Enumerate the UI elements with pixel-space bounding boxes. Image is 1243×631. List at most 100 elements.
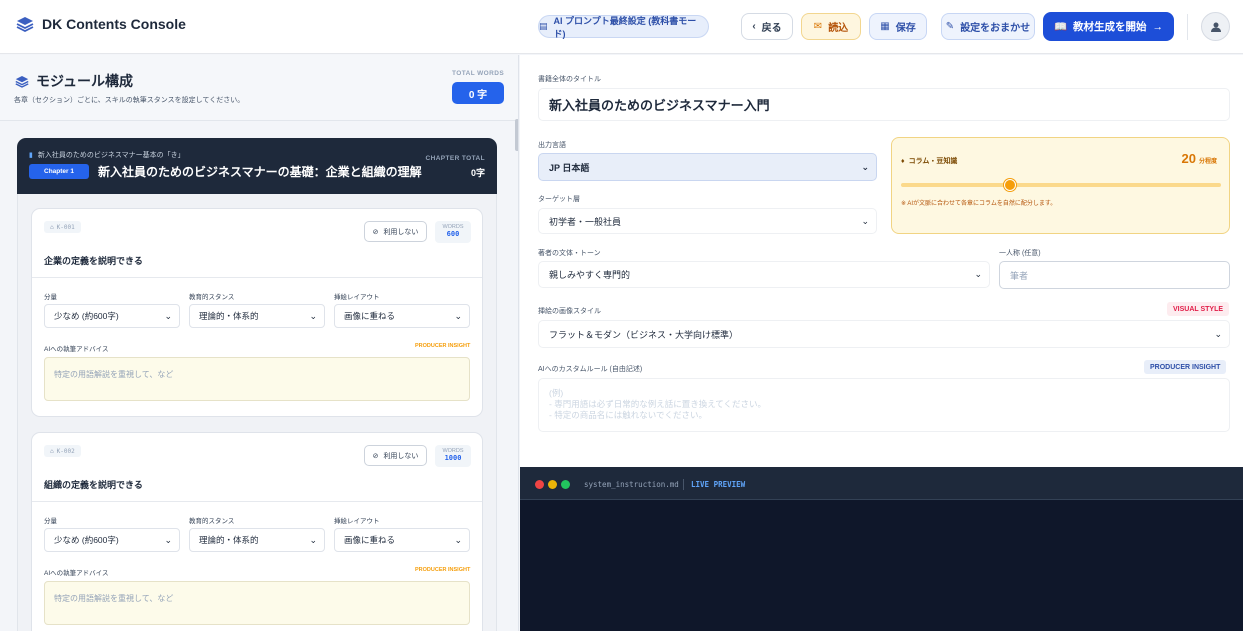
doc-icon: ▤ xyxy=(539,21,548,31)
total-words-value: 0 字 xyxy=(452,82,504,104)
amount-label: 分量 xyxy=(44,518,57,525)
tone-value: 親しみやすく専門的 xyxy=(549,270,631,280)
producer-insight-badge: PRODUCER INSIGHT xyxy=(415,567,471,573)
terminal-filename: system_instruction.md xyxy=(584,480,679,489)
stance-select[interactable]: 理論的・体系的 ⌄ xyxy=(189,304,325,328)
terminal-separator xyxy=(683,479,684,490)
layout-value: 画像に重ねる xyxy=(344,311,396,321)
chevron-down-icon: ⌄ xyxy=(454,535,462,545)
chevron-left-icon: ‹ xyxy=(752,21,756,32)
amount-select[interactable]: 少なめ (約600字) ⌄ xyxy=(44,528,180,552)
module-words: WORDS 600 xyxy=(435,221,471,243)
column-panel: ♦ コラム・豆知識 20 分程度 ※ AIが文脈に合わせて各章にコラムを自然に配分し… xyxy=(891,137,1230,234)
header-divider xyxy=(1187,14,1188,40)
layout-label: 挿絵レイアウト xyxy=(334,518,380,525)
target-select[interactable]: 初学者・一般社員 ⌄ xyxy=(538,208,877,234)
start-generation-button[interactable]: 📖 教材生成を開始 → xyxy=(1043,12,1174,41)
visual-style-badge: VISUAL STYLE xyxy=(1167,302,1230,316)
lang-value: JP 日本語 xyxy=(549,162,590,173)
person-label: 一人称 (任意) xyxy=(999,250,1041,257)
stance-value: 理論的・体系的 xyxy=(199,535,259,545)
top-header: DK Contents Console ▤ AI プロンプト最終設定 (教科書モ… xyxy=(0,0,1243,54)
advice-textarea[interactable]: 特定の用語解説を重視して、など xyxy=(44,357,470,401)
lang-label: 出力言語 xyxy=(538,142,566,149)
module-id: ⌂ K-001 xyxy=(44,221,81,233)
layers-icon xyxy=(16,17,34,32)
minimize-dot-icon[interactable] xyxy=(548,480,557,489)
target-value: 初学者・一般社員 xyxy=(549,216,622,227)
scrollbar-thumb[interactable] xyxy=(515,119,518,151)
tone-select[interactable]: 親しみやすく専門的 ⌄ xyxy=(538,261,990,288)
ai-setting-pill[interactable]: ▤ AI プロンプト最終設定 (教科書モード) xyxy=(538,15,709,39)
book-title-label: 書籍全体のタイトル xyxy=(538,76,601,83)
person-input[interactable]: 筆者 xyxy=(999,261,1230,289)
column-slider-handle[interactable] xyxy=(1003,179,1016,191)
auto-setting-button[interactable]: ✎ 設定をおまかせ xyxy=(941,13,1035,40)
stance-label: 教育的スタンス xyxy=(189,294,235,301)
user-avatar[interactable] xyxy=(1201,12,1230,41)
module-title: 企業の定義を説明できる xyxy=(44,256,143,266)
layers-icon xyxy=(15,75,29,88)
maximize-dot-icon[interactable] xyxy=(561,480,570,489)
pen-icon: ✎ xyxy=(945,21,955,32)
tone-label: 著者の文体・トーン xyxy=(538,250,601,257)
back-button[interactable]: ‹ 戻る xyxy=(741,13,793,40)
load-label: 読込 xyxy=(828,23,849,34)
amount-select[interactable]: 少なめ (約600字) ⌄ xyxy=(44,304,180,328)
lang-select[interactable]: JP 日本語 ⌄ xyxy=(538,153,877,181)
book-icon: 📖 xyxy=(1053,21,1068,33)
chevron-down-icon: ⌄ xyxy=(861,216,869,226)
layout-select[interactable]: 画像に重ねる ⌄ xyxy=(334,528,470,552)
chevron-down-icon: ⌄ xyxy=(309,311,317,321)
divider xyxy=(32,501,482,502)
tag-icon: ⌂ xyxy=(50,447,54,455)
chevron-down-icon: ⌄ xyxy=(974,269,982,279)
chevron-down-icon: ⌄ xyxy=(861,162,869,172)
chevron-down-icon: ⌄ xyxy=(164,535,172,545)
module-id: ⌂ K-002 xyxy=(44,445,81,457)
style-value: フラット＆モダン（ビジネス・大学向け標準） xyxy=(549,329,739,340)
rule-label: AIへのカスタムルール (自由記述) xyxy=(538,366,643,373)
save-icon: ▦ xyxy=(880,21,890,32)
unuse-button[interactable]: ⊘ 利用しない xyxy=(364,445,427,466)
chapter-tag: Chapter 1 xyxy=(29,164,89,179)
close-dot-icon[interactable] xyxy=(535,480,544,489)
load-button[interactable]: ✉ 読込 xyxy=(801,13,861,40)
eye-off-icon: ⊘ xyxy=(372,228,379,236)
app-title: DK Contents Console xyxy=(42,16,186,32)
pin-icon: ♦ xyxy=(901,157,905,165)
advice-label: AIへの執筆アドバイス xyxy=(44,570,109,577)
chevron-down-icon: ⌄ xyxy=(454,311,462,321)
chapter-crumb-text: 新入社員のためのビジネスマナー基本の「き」 xyxy=(37,152,185,159)
style-select[interactable]: フラット＆モダン（ビジネス・大学向け標準） ⌄ xyxy=(538,320,1230,348)
unuse-button[interactable]: ⊘ 利用しない xyxy=(364,221,427,242)
chapter-total-value: 0字 xyxy=(470,168,485,178)
stance-select[interactable]: 理論的・体系的 ⌄ xyxy=(189,528,325,552)
stance-value: 理論的・体系的 xyxy=(199,311,259,321)
advice-label: AIへの執筆アドバイス xyxy=(44,346,109,353)
unuse-label: 利用しない xyxy=(383,228,419,236)
advice-textarea[interactable]: 特定の用語解説を重視して、など xyxy=(44,581,470,625)
user-icon xyxy=(1210,22,1221,32)
module-words: WORDS 1000 xyxy=(435,445,471,467)
save-label: 保存 xyxy=(895,23,916,34)
chapter-name: 新入社員のためのビジネスマナーの基礎：企業と組織の理解 xyxy=(98,165,422,179)
app-logo: DK Contents Console xyxy=(16,16,186,32)
unuse-label: 利用しない xyxy=(383,452,419,460)
arrow-right-icon: → xyxy=(1152,20,1164,33)
column-slider-track[interactable] xyxy=(901,183,1221,187)
book-title-input[interactable]: 新入社員のためのビジネスマナー入門 xyxy=(538,88,1230,121)
rule-textarea[interactable]: (例) - 専門用語は必ず日常的な例え話に置き換えてください。 - 特定の商品名… xyxy=(538,378,1230,432)
producer-insight-badge: PRODUCER INSIGHT xyxy=(415,343,471,349)
divider xyxy=(32,277,482,278)
layout-select[interactable]: 画像に重ねる ⌄ xyxy=(334,304,470,328)
tag-icon: ⌂ xyxy=(50,223,54,231)
eye-off-icon: ⊘ xyxy=(372,452,379,460)
start-generation-label: 教材生成を開始 xyxy=(1073,21,1147,33)
save-button[interactable]: ▦ 保存 xyxy=(869,13,927,40)
producer-insight-badge: PRODUCER INSIGHT xyxy=(1144,360,1227,374)
chapter-breadcrumb: ▮ 新入社員のためのビジネスマナー基本の「き」 xyxy=(29,150,185,160)
module-panel-title: モジュール構成 xyxy=(15,71,133,91)
ai-setting-label: AI プロンプト最終設定 (教科書モード) xyxy=(553,15,697,39)
words-value: 1000 xyxy=(444,454,462,462)
